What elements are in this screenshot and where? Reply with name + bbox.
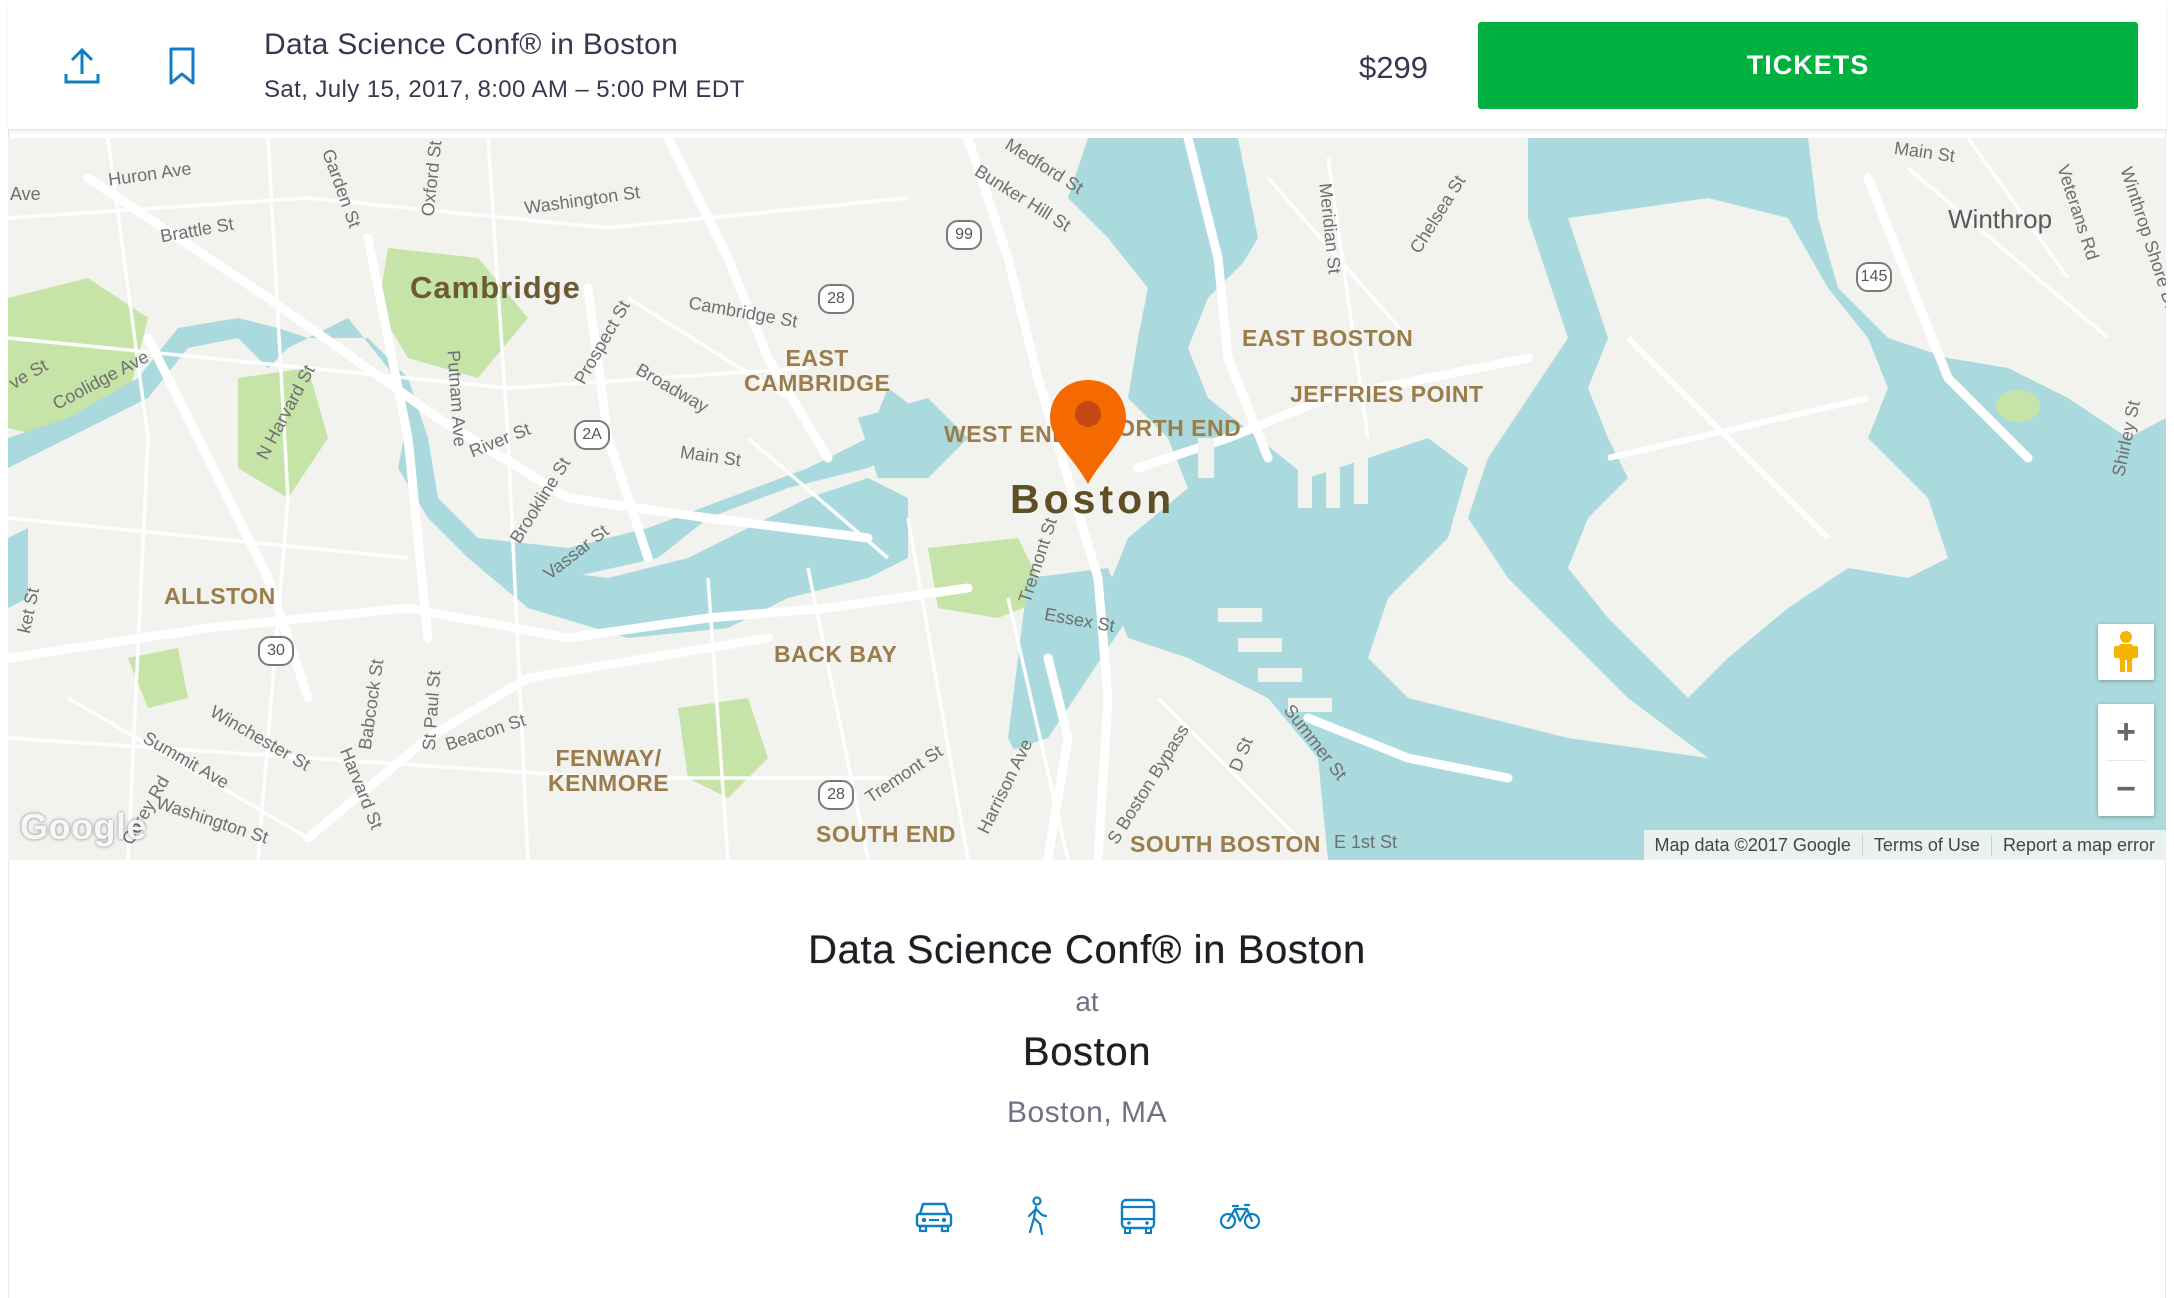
venue-at-label: at [1075,986,1099,1017]
route-shield: 28 [818,284,854,314]
venue-event-title: Data Science Conf® in Boston [808,928,1366,972]
bike-icon[interactable] [1218,1194,1262,1238]
map-label-back-bay: BACK BAY [774,641,898,667]
location-pin-icon[interactable] [1046,378,1130,486]
tickets-button[interactable]: TICKETS [1478,22,2138,109]
map-label-south-end: SOUTH END [816,821,956,847]
share-upload-icon[interactable] [54,38,110,94]
event-header-bar: Data Science Conf® in Boston Sat, July 1… [8,0,2166,130]
map-label-fenway-kenmore: FENWAY/ KENMORE [548,745,670,796]
route-shield: 145 [1856,262,1892,292]
transport-options [8,1194,2166,1238]
map-label-east-cambridge: EAST CAMBRIDGE [744,345,891,396]
terms-of-use-link[interactable]: Terms of Use [1861,834,1991,856]
route-shield: 30 [258,636,294,666]
route-shield: 99 [946,220,982,250]
map-label-winthrop: Winthrop [1948,204,2053,234]
venue-address: Boston, MA [1006,1096,1168,1129]
report-map-error-link[interactable]: Report a map error [1990,834,2166,856]
bus-icon[interactable] [1116,1194,1160,1238]
zoom-out-button[interactable]: − [2098,761,2154,817]
map-label-cambridge: Cambridge [410,270,581,305]
map-data-credit: Map data ©2017 Google [1654,834,1851,855]
bookmark-icon[interactable] [154,38,210,94]
zoom-in-button[interactable]: + [2098,704,2154,760]
venue-name: Boston [1022,1030,1152,1074]
route-shield: 28 [818,780,854,810]
header-event-title: Data Science Conf® in Boston [264,28,679,61]
map-label-jeffries-point: JEFFRIES POINT [1290,381,1484,407]
ticket-price: $299 [1359,50,1428,85]
street-label: Ave [10,184,41,204]
street-view-pegman-icon[interactable] [2098,624,2154,680]
map-attribution: Map data ©2017 Google Terms of Use Repor… [1643,830,2166,860]
route-shield: 2A [574,420,610,450]
car-icon[interactable] [912,1194,956,1238]
map-label-east-boston: EAST BOSTON [1242,325,1414,351]
map-label-allston: ALLSTON [164,583,276,609]
street-label: E 1st St [1334,832,1398,852]
google-logo: Google [20,806,147,847]
zoom-controls: + − [2098,704,2154,816]
map-label-south-boston: SOUTH BOSTON [1130,831,1321,857]
walk-icon[interactable] [1014,1194,1058,1238]
header-event-date: Sat, July 15, 2017, 8:00 AM – 5:00 PM ED… [264,76,745,103]
venue-map[interactable]: Cambridge Boston Winthrop EAST CAMBRIDGE… [8,138,2166,860]
